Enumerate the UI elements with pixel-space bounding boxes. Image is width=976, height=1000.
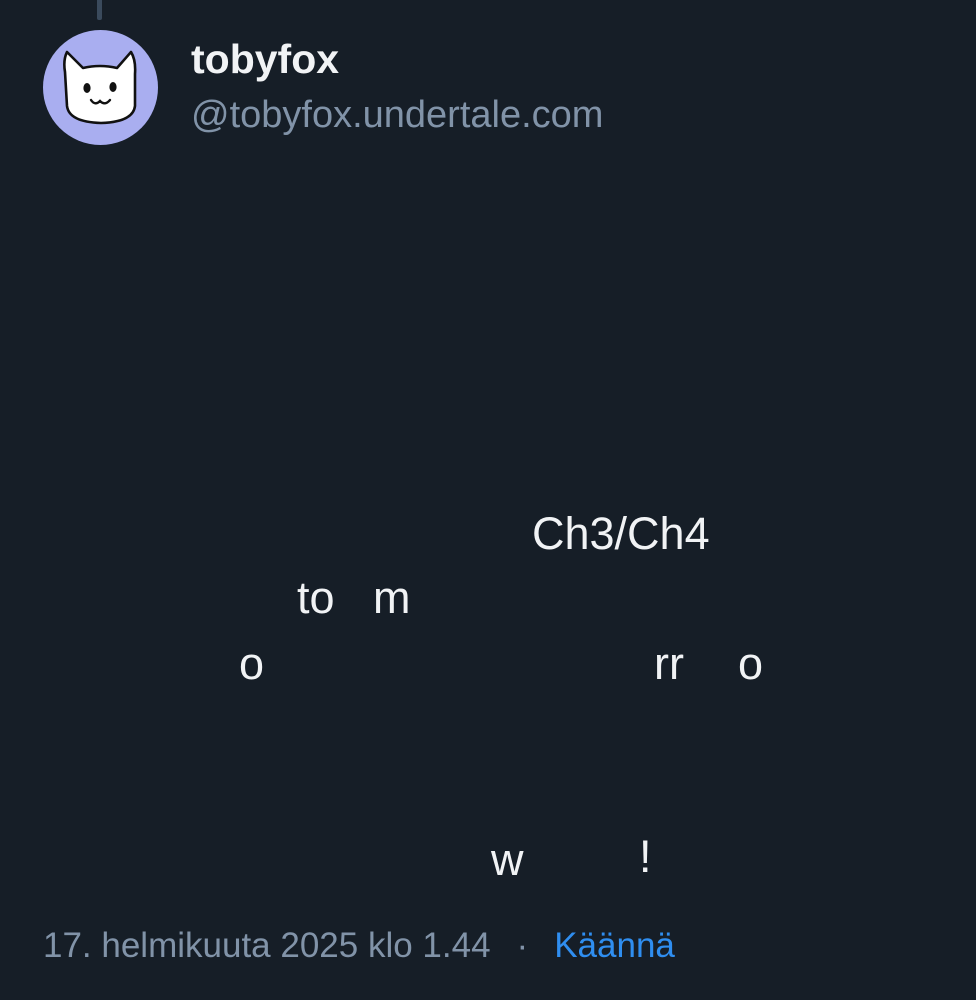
post-text-fragment: m (373, 572, 411, 623)
post-text-fragment: rr (654, 638, 684, 689)
post-text-fragment: to (297, 572, 335, 623)
post-text-fragment: Ch3/Ch4 (532, 508, 710, 559)
translate-link[interactable]: Käännä (554, 926, 675, 966)
post-footer: 17. helmikuuta 2025 klo 1.44 · Käännä (43, 926, 675, 966)
post-text-fragment: o (239, 638, 265, 689)
footer-separator: · (516, 926, 529, 965)
post-text-fragment: w (491, 834, 524, 885)
post-timestamp[interactable]: 17. helmikuuta 2025 klo 1.44 (43, 926, 491, 966)
post-text-fragment: ! (639, 831, 652, 882)
post-body: Ch3/Ch4 to m o rr o w ! (0, 0, 976, 900)
post-text-fragment: o (738, 638, 764, 689)
